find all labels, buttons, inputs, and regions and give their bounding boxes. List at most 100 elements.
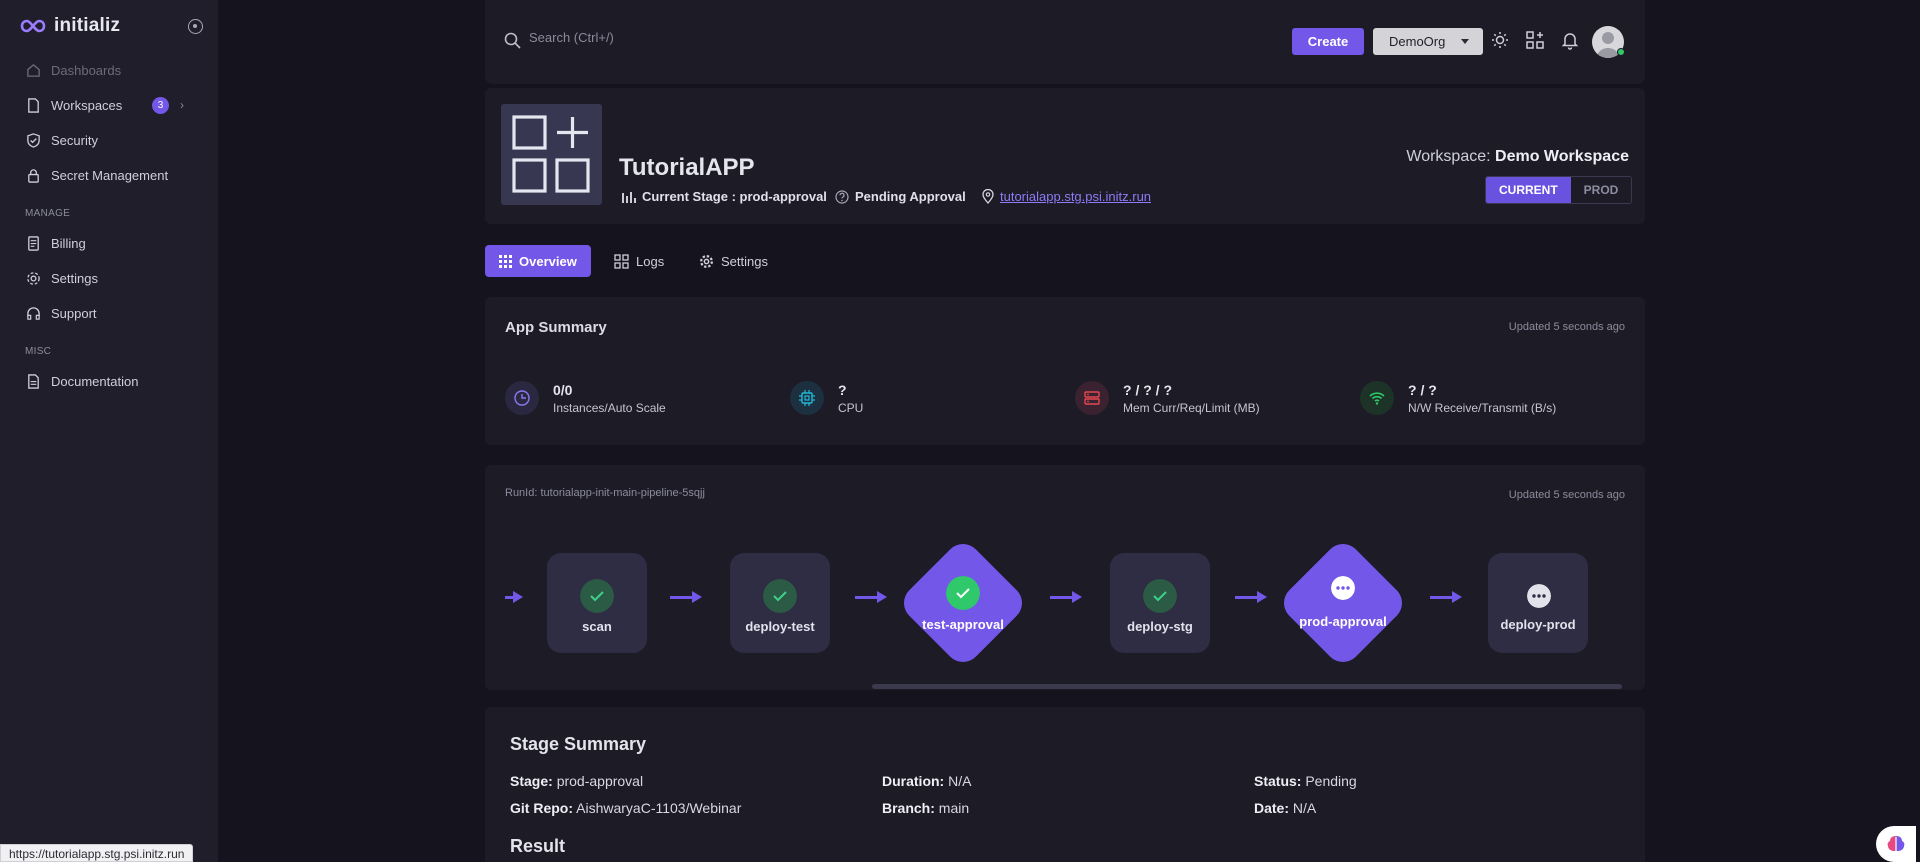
env-prod-button[interactable]: PROD: [1571, 177, 1632, 203]
metric-label: Mem Curr/Req/Limit (MB): [1123, 401, 1260, 415]
wifi-icon: [1360, 381, 1394, 415]
more-horizontal-icon: [1331, 576, 1355, 600]
metric-label: CPU: [838, 401, 864, 415]
pipeline-arrow: [1050, 591, 1082, 603]
app-url-link[interactable]: tutorialapp.stg.psi.initz.run: [1000, 189, 1151, 204]
apps-add-icon[interactable]: [1525, 30, 1545, 50]
sidebar-item-secret-management[interactable]: Secret Management: [0, 160, 218, 190]
status-field: Status: Pending: [1254, 773, 1357, 789]
field-value: AishwaryaC-1103/Webinar: [576, 800, 742, 816]
git-repo-field: Git Repo: AishwaryaC-1103/Webinar: [510, 800, 741, 816]
more-horizontal-icon: [1527, 584, 1551, 608]
check-circle-icon: [763, 579, 797, 613]
cpu-icon: [790, 381, 824, 415]
pipeline-stage-scan[interactable]: scan: [547, 553, 647, 653]
section-label-misc: MISC: [25, 346, 52, 357]
app-summary-card: App Summary Updated 5 seconds ago 0/0 Ins…: [485, 297, 1645, 445]
caret-down-icon: [1461, 39, 1469, 44]
headphones-icon: [27, 306, 40, 320]
app-header-card: TutorialAPP Current Stage : prod-approva…: [485, 88, 1645, 224]
document-icon: [28, 373, 39, 389]
infinity-logo-icon: [20, 19, 46, 33]
metric-memory: ? / ? / ? Mem Curr/Req/Limit (MB): [1075, 381, 1260, 417]
pipeline-run-id: RunId: tutorialapp-init-main-pipeline-5s…: [505, 487, 705, 499]
gear-icon: [700, 254, 713, 268]
sidebar-item-settings[interactable]: Settings: [0, 263, 218, 293]
app-logo: [501, 104, 602, 205]
field-key: Date:: [1254, 800, 1290, 816]
sidebar-item-label: Support: [51, 305, 97, 321]
topbar: Create DemoOrg: [485, 0, 1645, 84]
environment-toggle: CURRENT PROD: [1485, 176, 1633, 204]
stage-label: test-approval: [922, 617, 1004, 632]
receipt-icon: [28, 235, 39, 251]
tab-label: Settings: [721, 253, 768, 269]
tab-logs[interactable]: Logs: [600, 245, 678, 277]
pipeline-stage-deploy-prod[interactable]: deploy-prod: [1488, 553, 1588, 653]
app-summary-title: App Summary: [505, 319, 607, 336]
pipeline-arrow: [855, 591, 887, 603]
date-field: Date: N/A: [1254, 800, 1316, 816]
sidebar-item-billing[interactable]: Billing: [0, 228, 218, 258]
stage-label: deploy-stg: [1127, 619, 1193, 634]
pipeline-arrow: [1235, 591, 1267, 603]
metric-label: N/W Receive/Transmit (B/s): [1408, 401, 1557, 415]
tab-label: Overview: [519, 253, 577, 269]
sidebar-item-label: Secret Management: [51, 167, 169, 183]
metric-label: Instances/Auto Scale: [553, 401, 666, 415]
tab-settings[interactable]: Settings: [685, 245, 782, 277]
env-current-button[interactable]: CURRENT: [1486, 177, 1571, 203]
stage-label: prod-approval: [1299, 614, 1387, 629]
sidebar-item-support[interactable]: Support: [0, 298, 218, 328]
brand[interactable]: initializ: [20, 15, 120, 37]
metric-network: ? / ? N/W Receive/Transmit (B/s): [1360, 381, 1556, 417]
assistant-fab[interactable]: [1876, 826, 1916, 862]
current-stage: Current Stage : prod-approval: [622, 189, 827, 204]
check-circle-icon: [580, 579, 614, 613]
sidebar-item-dashboards[interactable]: Dashboards: [0, 55, 218, 85]
lock-icon: [28, 168, 39, 183]
sidebar-collapse-button[interactable]: [188, 19, 203, 34]
metric-value: 0/0: [553, 382, 573, 398]
sidebar-item-label: Dashboards: [51, 62, 122, 78]
stage-summary-card: Stage Summary Stage: prod-approval Durat…: [485, 707, 1645, 862]
map-pin-icon: [982, 189, 994, 204]
sidebar-item-workspaces[interactable]: Workspaces 3 ›: [0, 90, 218, 120]
sidebar: initializ Dashboards Workspaces 3 › Secu…: [0, 0, 218, 862]
logs-grid-icon: [614, 253, 629, 269]
field-value: N/A: [1292, 800, 1317, 816]
metric-value: ? / ? / ?: [1123, 382, 1172, 398]
stage-summary-title: Stage Summary: [510, 734, 647, 754]
field-value: main: [938, 800, 970, 816]
branch-field: Branch: main: [882, 800, 969, 816]
metric-instances: 0/0 Instances/Auto Scale: [505, 381, 666, 417]
stage-label: deploy-test: [745, 619, 815, 634]
pipeline-stage-prod-approval[interactable]: prod-approval: [1276, 536, 1410, 670]
search-input[interactable]: [529, 30, 829, 45]
sidebar-item-security[interactable]: Security: [0, 125, 218, 155]
pipeline-stage-deploy-test[interactable]: deploy-test: [730, 553, 830, 653]
sun-icon[interactable]: [1490, 30, 1510, 50]
brain-icon: [1887, 836, 1905, 851]
check-circle-icon: [1143, 579, 1177, 613]
workspace-name: Demo Workspace: [1495, 148, 1629, 165]
sidebar-item-label: Settings: [51, 270, 98, 286]
home-icon: [27, 63, 40, 77]
sidebar-item-label: Billing: [51, 235, 86, 251]
bell-icon[interactable]: [1560, 30, 1580, 50]
chevron-right-icon: ›: [180, 98, 184, 112]
bar-chart-icon: [622, 191, 636, 203]
sidebar-item-documentation[interactable]: Documentation: [0, 366, 218, 396]
pipeline-scrollbar[interactable]: [872, 684, 1622, 689]
field-key: Branch:: [882, 800, 935, 816]
tab-overview[interactable]: Overview: [485, 245, 591, 277]
org-select[interactable]: DemoOrg: [1373, 28, 1483, 55]
pipeline-updated: Updated 5 seconds ago: [1508, 489, 1625, 501]
app-name: TutorialAPP: [619, 154, 755, 181]
brand-name: initializ: [54, 15, 121, 36]
create-button[interactable]: Create: [1292, 28, 1364, 55]
workspace-prefix: Workspace:: [1406, 148, 1491, 165]
pipeline-stage-deploy-stg[interactable]: deploy-stg: [1110, 553, 1210, 653]
pipeline-stage-test-approval[interactable]: test-approval: [896, 536, 1030, 670]
grid-icon: [499, 254, 512, 268]
